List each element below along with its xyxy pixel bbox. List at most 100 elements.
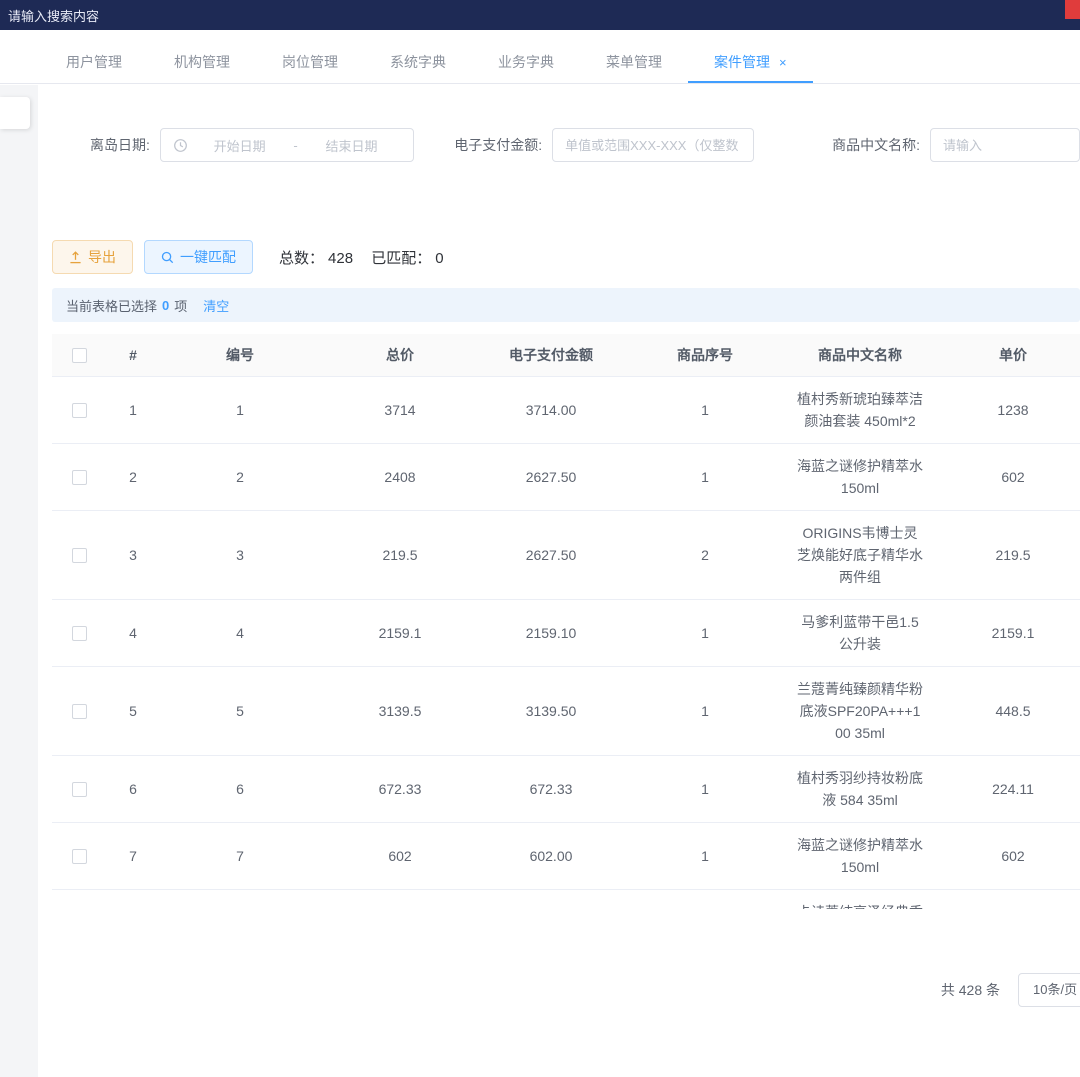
row-checkbox[interactable] bbox=[72, 548, 87, 563]
cell-unit_price: 602 bbox=[932, 443, 1080, 510]
cell-number: 3 bbox=[160, 510, 320, 599]
date-start-placeholder[interactable]: 开始日期 bbox=[190, 136, 290, 155]
cell-serial: 1 bbox=[622, 599, 788, 666]
cell-number: 4 bbox=[160, 599, 320, 666]
cell-serial: 2 bbox=[622, 510, 788, 599]
tab-label: 机构管理 bbox=[174, 54, 230, 70]
toolbar: 导出 一键匹配 总数：428 已匹配：0 bbox=[0, 240, 1080, 274]
cell-index: 2 bbox=[106, 443, 160, 510]
cell-serial: 1 bbox=[622, 822, 788, 889]
cell-unit_price: 224.11 bbox=[932, 755, 1080, 822]
screen: 请输入搜索内容 用户管理机构管理岗位管理系统字典业务字典菜单管理案件管理× 离岛… bbox=[0, 0, 1080, 1077]
cell-total: 672.33 bbox=[320, 755, 480, 822]
cell-unit_price: 448.5 bbox=[932, 666, 1080, 755]
selection-suffix: 项 bbox=[174, 296, 187, 315]
cell-number: 2 bbox=[160, 443, 320, 510]
cell-serial: 1 bbox=[622, 755, 788, 822]
product-filter-label: 商品中文名称: bbox=[832, 135, 920, 155]
total-value: 428 bbox=[328, 250, 353, 267]
amount-input[interactable] bbox=[552, 128, 754, 162]
tab-label: 案件管理 bbox=[714, 54, 770, 70]
total-label: 总数： bbox=[279, 250, 324, 267]
row-checkbox-cell bbox=[52, 376, 106, 443]
cell-product: 植村秀羽纱持妆粉底液 584 35ml bbox=[788, 755, 932, 822]
cell-total: 2408 bbox=[320, 443, 480, 510]
tab-label: 菜单管理 bbox=[606, 54, 662, 70]
tab-label: 系统字典 bbox=[390, 54, 446, 70]
column-header-编号: 编号 bbox=[160, 334, 320, 376]
cell-serial: 1 bbox=[622, 443, 788, 510]
tab-岗位管理[interactable]: 岗位管理 bbox=[256, 42, 364, 83]
cell-total: 2159.1 bbox=[320, 599, 480, 666]
cell-product: 植村秀新琥珀臻萃洁颜油套装 450ml*2 bbox=[788, 376, 932, 443]
selection-count: 0 bbox=[162, 298, 169, 313]
table-row: 553139.53139.501兰蔻菁纯臻颜精华粉底液SPF20PA+++100… bbox=[52, 666, 1080, 755]
date-range-separator: - bbox=[289, 138, 301, 153]
column-header-商品序号: 商品序号 bbox=[622, 334, 788, 376]
pagination-total: 共 428 条 bbox=[941, 980, 1000, 1000]
cell-payment: 3714.00 bbox=[480, 376, 622, 443]
cell-total: 3139.5 bbox=[320, 666, 480, 755]
table-row: 881302.461302.461卡诗菁纯亮泽经典香氛150.46 bbox=[52, 889, 1080, 909]
row-checkbox-cell bbox=[52, 822, 106, 889]
tab-用户管理[interactable]: 用户管理 bbox=[40, 42, 148, 83]
cell-number: 8 bbox=[160, 889, 320, 909]
cell-unit_price: 1238 bbox=[932, 376, 1080, 443]
cell-index: 3 bbox=[106, 510, 160, 599]
cell-unit_price: 2159.1 bbox=[932, 599, 1080, 666]
totals-summary: 总数：428 已匹配：0 bbox=[279, 247, 444, 268]
tab-业务字典[interactable]: 业务字典 bbox=[472, 42, 580, 83]
row-checkbox[interactable] bbox=[72, 626, 87, 641]
date-end-placeholder[interactable]: 结束日期 bbox=[302, 136, 402, 155]
tab-label: 用户管理 bbox=[66, 54, 122, 70]
tab-案件管理[interactable]: 案件管理 × bbox=[688, 42, 813, 83]
table-row: 442159.12159.101马爹利蓝带干邑1.5公升装2159.1 bbox=[52, 599, 1080, 666]
tab-机构管理[interactable]: 机构管理 bbox=[148, 42, 256, 83]
cell-total: 3714 bbox=[320, 376, 480, 443]
cell-index: 4 bbox=[106, 599, 160, 666]
cell-product: 卡诗菁纯亮泽经典香氛 bbox=[788, 889, 932, 909]
topbar-search-input[interactable]: 请输入搜索内容 bbox=[8, 6, 99, 25]
clear-selection-link[interactable]: 清空 bbox=[203, 296, 229, 315]
row-checkbox[interactable] bbox=[72, 782, 87, 797]
select-all-checkbox[interactable] bbox=[72, 348, 87, 363]
row-checkbox[interactable] bbox=[72, 470, 87, 485]
export-button-label: 导出 bbox=[88, 247, 116, 267]
table-row: 1137143714.001植村秀新琥珀臻萃洁颜油套装 450ml*21238 bbox=[52, 376, 1080, 443]
page-size-select[interactable]: 10条/页 bbox=[1018, 973, 1080, 1007]
cell-product: 马爹利蓝带干邑1.5公升装 bbox=[788, 599, 932, 666]
topbar: 请输入搜索内容 bbox=[0, 0, 1080, 30]
cell-total: 219.5 bbox=[320, 510, 480, 599]
export-button[interactable]: 导出 bbox=[52, 240, 133, 274]
product-name-input[interactable] bbox=[930, 128, 1080, 162]
export-icon bbox=[69, 251, 82, 264]
cell-index: 7 bbox=[106, 822, 160, 889]
tab-系统字典[interactable]: 系统字典 bbox=[364, 42, 472, 83]
one-click-match-button[interactable]: 一键匹配 bbox=[144, 240, 253, 274]
column-header-电子支付金额: 电子支付金额 bbox=[480, 334, 622, 376]
cell-payment: 672.33 bbox=[480, 755, 622, 822]
selection-prefix: 当前表格已选择 bbox=[66, 296, 157, 315]
cell-serial: 1 bbox=[622, 376, 788, 443]
row-checkbox[interactable] bbox=[72, 704, 87, 719]
tab-label: 岗位管理 bbox=[282, 54, 338, 70]
drawer-toggle-handle[interactable] bbox=[0, 97, 30, 129]
cell-total: 1302.46 bbox=[320, 889, 480, 909]
tab-close-icon[interactable]: × bbox=[779, 55, 787, 70]
cell-product: ORIGINS韦博士灵芝焕能好底子精华水两件组 bbox=[788, 510, 932, 599]
row-checkbox-cell bbox=[52, 666, 106, 755]
search-icon bbox=[161, 251, 174, 264]
row-checkbox[interactable] bbox=[72, 849, 87, 864]
row-checkbox-cell bbox=[52, 755, 106, 822]
column-header-总价: 总价 bbox=[320, 334, 480, 376]
cell-index: 6 bbox=[106, 755, 160, 822]
cell-serial: 1 bbox=[622, 666, 788, 755]
date-range-picker[interactable]: 开始日期 - 结束日期 bbox=[160, 128, 414, 162]
row-checkbox[interactable] bbox=[72, 403, 87, 418]
left-strip bbox=[0, 85, 38, 1077]
corner-red-badge bbox=[1065, 0, 1080, 19]
tab-label: 业务字典 bbox=[498, 54, 554, 70]
table-row: 77602602.001海蓝之谜修护精萃水 150ml602 bbox=[52, 822, 1080, 889]
tab-菜单管理[interactable]: 菜单管理 bbox=[580, 42, 688, 83]
column-header-商品中文名称: 商品中文名称 bbox=[788, 334, 932, 376]
